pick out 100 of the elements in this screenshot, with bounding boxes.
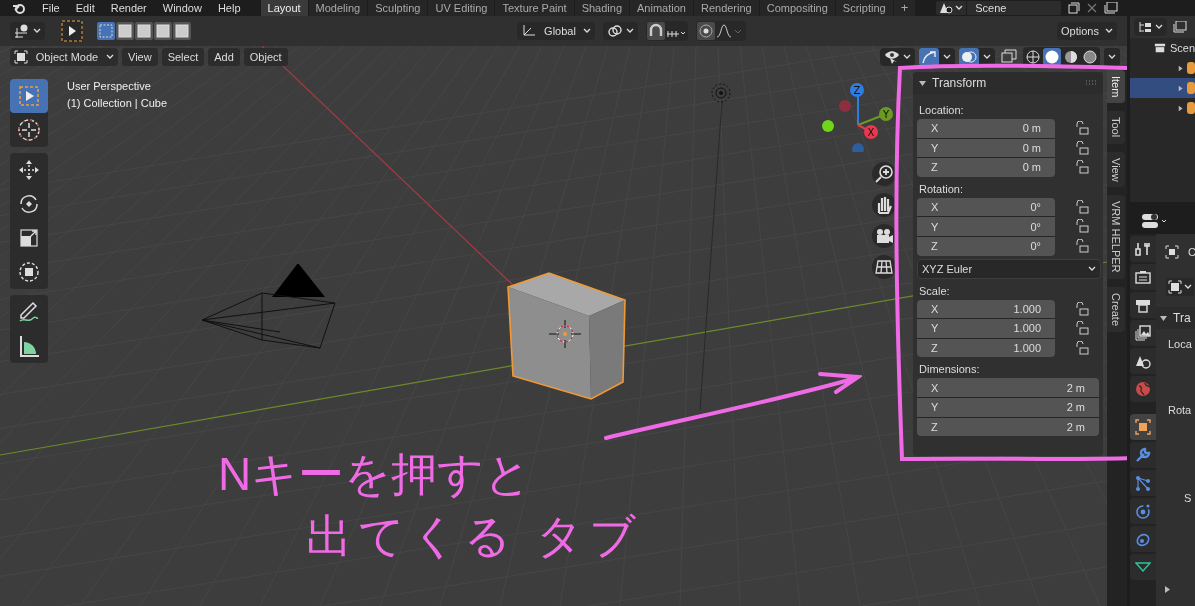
- options-dropdown[interactable]: Options: [1057, 22, 1117, 40]
- shading-mode-icon[interactable]: [1062, 48, 1080, 66]
- visibility-button[interactable]: [880, 48, 915, 66]
- menu-item[interactable]: Help: [209, 1, 249, 15]
- properties-tab[interactable]: [1130, 348, 1156, 374]
- menu-button[interactable]: View: [122, 48, 158, 66]
- expand-triangle-icon[interactable]: [1178, 64, 1184, 72]
- select-tool-icon[interactable]: [61, 20, 83, 42]
- number-field[interactable]: X 0 m: [917, 119, 1055, 138]
- proportional-edit-icon[interactable]: [697, 22, 715, 40]
- properties-tab[interactable]: [1130, 236, 1156, 262]
- shading-mode-icon[interactable]: [1024, 48, 1042, 66]
- lock-icon[interactable]: [1075, 340, 1089, 355]
- menu-button[interactable]: Select: [161, 48, 205, 66]
- panel-header[interactable]: Tra: [1156, 307, 1195, 329]
- workspace-tab[interactable]: Shading: [574, 0, 630, 16]
- selection-mode-icon[interactable]: [116, 22, 134, 40]
- pivot-point-button[interactable]: [603, 22, 638, 40]
- gizmo-toggle-icon[interactable]: [919, 48, 939, 66]
- expand-triangle-icon[interactable]: [1164, 586, 1171, 593]
- tool-button[interactable]: [10, 79, 48, 113]
- number-field[interactable]: Z 2 m: [917, 417, 1099, 437]
- workspace-tab[interactable]: Animation: [630, 0, 693, 16]
- shading-mode-icon[interactable]: [1081, 48, 1099, 66]
- scene-selector-button[interactable]: [936, 1, 967, 15]
- properties-tab[interactable]: [1130, 554, 1156, 580]
- caret-icon[interactable]: [106, 54, 114, 60]
- menu-button[interactable]: Object: [243, 48, 288, 66]
- workspace-tab[interactable]: UV Editing: [428, 0, 495, 16]
- sidebar-tab[interactable]: Item: [1107, 70, 1125, 104]
- properties-tab[interactable]: [1130, 264, 1156, 290]
- menu-button[interactable]: Add: [208, 48, 240, 66]
- workspace-tab[interactable]: Rendering: [693, 0, 759, 16]
- caret-icon[interactable]: [1088, 265, 1096, 272]
- image-stack-icon[interactable]: [1104, 2, 1119, 14]
- outliner-row[interactable]: [1130, 78, 1195, 98]
- number-field[interactable]: Y 1.000: [917, 319, 1055, 338]
- image-stack-icon[interactable]: [1173, 21, 1187, 33]
- selection-mode-icon[interactable]: [173, 22, 191, 40]
- number-field[interactable]: Z 0 m: [917, 158, 1055, 177]
- rotation-mode-dropdown[interactable]: XYZ Euler: [917, 258, 1101, 279]
- selection-mode-icon[interactable]: [154, 22, 172, 40]
- lock-icon[interactable]: [1075, 219, 1089, 234]
- caret-icon[interactable]: [983, 54, 991, 60]
- caret-icon[interactable]: [1155, 24, 1163, 30]
- workspace-tab[interactable]: Scripting: [835, 0, 893, 16]
- xray-toggle-icon[interactable]: [999, 48, 1019, 66]
- number-field[interactable]: X 1.000: [917, 299, 1055, 319]
- properties-tab[interactable]: [1130, 442, 1156, 468]
- caret-icon[interactable]: [626, 28, 634, 34]
- display-mode-button[interactable]: [1134, 18, 1167, 36]
- selection-mode-icon[interactable]: [135, 22, 153, 40]
- caret-icon[interactable]: [1105, 28, 1113, 34]
- menu-item[interactable]: Render: [102, 1, 155, 15]
- lock-icon[interactable]: [1075, 140, 1089, 155]
- properties-tab[interactable]: [1130, 414, 1156, 440]
- menu-item[interactable]: File: [34, 1, 68, 15]
- editor-type-button[interactable]: [10, 22, 45, 40]
- caret-icon[interactable]: [943, 54, 951, 60]
- number-field[interactable]: Z 1.000: [917, 338, 1055, 358]
- lock-icon[interactable]: [1075, 160, 1089, 175]
- caret-icon[interactable]: [1108, 54, 1116, 60]
- properties-tab[interactable]: [1130, 292, 1156, 318]
- properties-tab[interactable]: [1130, 470, 1156, 496]
- collapse-triangle-icon[interactable]: [1160, 314, 1167, 322]
- sidebar-tab[interactable]: View: [1107, 151, 1125, 188]
- workspace-tab[interactable]: Sculpting: [368, 0, 428, 16]
- number-field[interactable]: Y 2 m: [917, 397, 1099, 417]
- workspace-tab[interactable]: Modeling: [308, 0, 368, 16]
- properties-tab[interactable]: [1130, 320, 1156, 346]
- caret-icon[interactable]: [955, 5, 964, 11]
- magnet-icon[interactable]: [647, 22, 665, 40]
- orientation-dropdown[interactable]: Global: [517, 22, 595, 40]
- lock-icon[interactable]: [1075, 321, 1089, 336]
- properties-tab[interactable]: [1130, 526, 1156, 552]
- number-field[interactable]: Y 0 m: [917, 138, 1055, 158]
- lock-icon[interactable]: [1075, 301, 1089, 316]
- caret-icon[interactable]: [33, 28, 41, 34]
- workspace-tab[interactable]: Compositing: [759, 0, 835, 16]
- caret-icon[interactable]: [903, 54, 911, 60]
- expand-triangle-icon[interactable]: [1178, 104, 1184, 112]
- menu-item[interactable]: Edit: [67, 1, 103, 15]
- cone-sphere-icon[interactable]: [939, 2, 954, 14]
- sidebar-tab[interactable]: Create: [1107, 286, 1125, 332]
- caret-icon[interactable]: [1184, 284, 1192, 290]
- copy-icon[interactable]: [1068, 2, 1081, 14]
- object-type-dropdown[interactable]: [1166, 278, 1194, 296]
- scene-name-field[interactable]: Scene: [967, 1, 1062, 15]
- add-workspace-button[interactable]: +: [893, 0, 916, 16]
- close-icon[interactable]: [1086, 2, 1099, 14]
- sidebar-tab[interactable]: Tool: [1107, 111, 1125, 144]
- collapse-triangle-icon[interactable]: [919, 79, 926, 87]
- lock-icon[interactable]: [1075, 238, 1089, 253]
- properties-tab[interactable]: [1130, 498, 1156, 524]
- workspace-tab[interactable]: Layout: [260, 0, 308, 16]
- caret-icon[interactable]: [583, 28, 591, 34]
- mode-dropdown[interactable]: Object Mode: [10, 48, 118, 66]
- number-field[interactable]: X 0°: [917, 197, 1055, 217]
- drag-handle-icon[interactable]: [1085, 80, 1097, 86]
- lock-icon[interactable]: [1075, 121, 1089, 135]
